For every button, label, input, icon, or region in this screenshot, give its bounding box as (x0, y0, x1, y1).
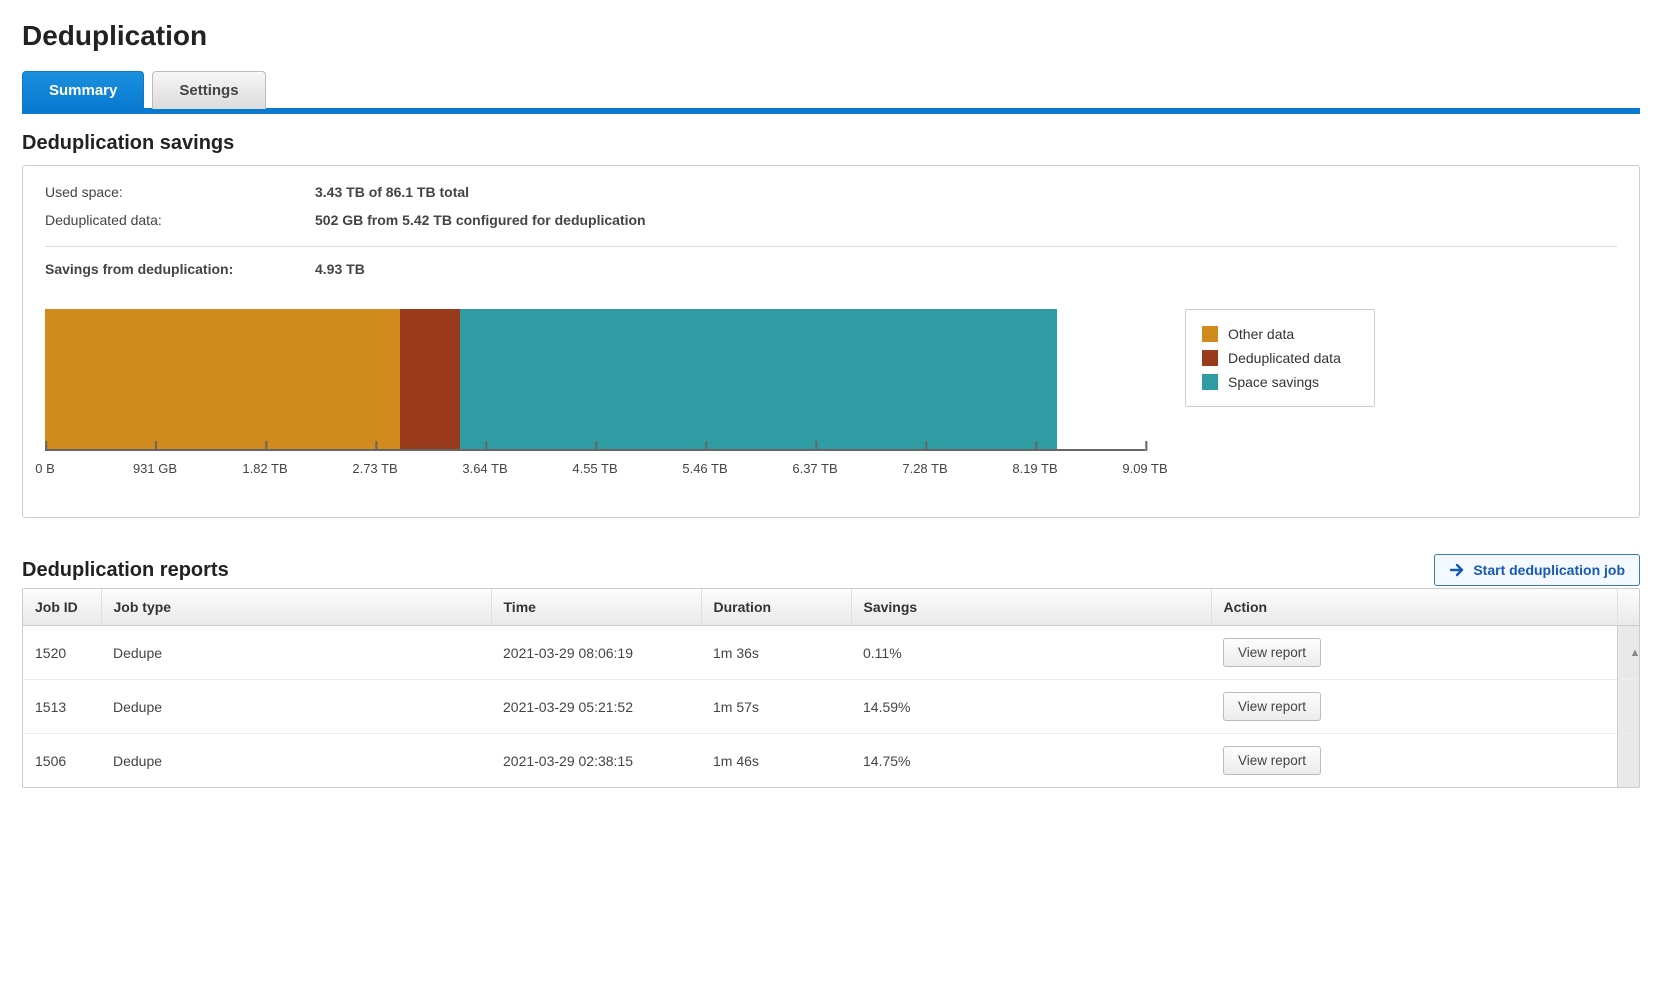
savings-heading: Deduplication savings (22, 132, 1640, 155)
savings-from-dedup-label: Savings from deduplication: (45, 261, 315, 277)
cell-time: 2021-03-29 08:06:19 (491, 626, 701, 680)
legend-label-dedup: Deduplicated data (1228, 350, 1341, 366)
savings-panel: Used space: 3.43 TB of 86.1 TB total Ded… (22, 165, 1640, 518)
savings-chart: 0 B931 GB1.82 TB2.73 TB3.64 TB4.55 TB5.4… (45, 309, 1145, 491)
used-space-value: 3.43 TB of 86.1 TB total (315, 184, 1617, 200)
view-report-button[interactable]: View report (1223, 746, 1321, 775)
legend-swatch-other (1202, 326, 1218, 342)
table-scrollbar-track[interactable] (1617, 734, 1639, 788)
col-job-id[interactable]: Job ID (23, 589, 101, 626)
dedup-data-value: 502 GB from 5.42 TB configured for dedup… (315, 212, 1617, 228)
legend-label-savings: Space savings (1228, 374, 1319, 390)
axis-tick: 4.55 TB (572, 451, 617, 476)
used-space-label: Used space: (45, 184, 315, 200)
savings-chart-axis: 0 B931 GB1.82 TB2.73 TB3.64 TB4.55 TB5.4… (45, 449, 1145, 491)
legend-item-dedup: Deduplicated data (1202, 346, 1358, 370)
reports-table: Job ID Job type Time Duration Savings Ac… (23, 589, 1639, 787)
cell-action: View report (1211, 734, 1617, 788)
axis-tick: 7.28 TB (902, 451, 947, 476)
table-scrollbar-track[interactable]: ▲ (1617, 626, 1639, 680)
cell-action: View report (1211, 626, 1617, 680)
chart-segment-other (45, 309, 400, 449)
col-job-type[interactable]: Job type (101, 589, 491, 626)
cell-job-type: Dedupe (101, 626, 491, 680)
col-savings[interactable]: Savings (851, 589, 1211, 626)
cell-savings: 0.11% (851, 626, 1211, 680)
tab-settings[interactable]: Settings (152, 71, 265, 109)
col-duration[interactable]: Duration (701, 589, 851, 626)
chart-segment-dedup (400, 309, 461, 449)
table-row: 1513Dedupe2021-03-29 05:21:521m 57s14.59… (23, 680, 1639, 734)
chart-segment-savings (460, 309, 1057, 449)
cell-time: 2021-03-29 05:21:52 (491, 680, 701, 734)
start-dedup-job-label: Start deduplication job (1473, 562, 1625, 578)
axis-tick: 8.19 TB (1012, 451, 1057, 476)
cell-job-id: 1520 (23, 626, 101, 680)
axis-tick: 1.82 TB (242, 451, 287, 476)
axis-tick: 3.64 TB (462, 451, 507, 476)
reports-table-wrap: Job ID Job type Time Duration Savings Ac… (22, 588, 1640, 788)
cell-action: View report (1211, 680, 1617, 734)
savings-chart-row: 0 B931 GB1.82 TB2.73 TB3.64 TB4.55 TB5.4… (45, 309, 1617, 491)
cell-job-id: 1506 (23, 734, 101, 788)
view-report-button[interactable]: View report (1223, 638, 1321, 667)
arrow-right-icon (1449, 562, 1465, 578)
legend-swatch-dedup (1202, 350, 1218, 366)
cell-job-type: Dedupe (101, 680, 491, 734)
cell-duration: 1m 36s (701, 626, 851, 680)
col-time[interactable]: Time (491, 589, 701, 626)
table-scrollbar-track[interactable] (1617, 680, 1639, 734)
legend-label-other: Other data (1228, 326, 1294, 342)
legend-swatch-savings (1202, 374, 1218, 390)
legend-item-savings: Space savings (1202, 370, 1358, 394)
savings-legend: Other data Deduplicated data Space savin… (1185, 309, 1375, 407)
start-dedup-job-button[interactable]: Start deduplication job (1434, 554, 1640, 586)
cell-duration: 1m 57s (701, 680, 851, 734)
tab-summary[interactable]: Summary (22, 71, 144, 109)
table-row: 1506Dedupe2021-03-29 02:38:151m 46s14.75… (23, 734, 1639, 788)
cell-job-type: Dedupe (101, 734, 491, 788)
page-title: Deduplication (22, 20, 1640, 52)
savings-from-dedup-value: 4.93 TB (315, 261, 1617, 277)
table-row: 1520Dedupe2021-03-29 08:06:191m 36s0.11%… (23, 626, 1639, 680)
col-action: Action (1211, 589, 1617, 626)
axis-tick: 5.46 TB (682, 451, 727, 476)
tabstrip: Summary Settings (22, 70, 1640, 114)
axis-tick: 931 GB (133, 451, 177, 476)
cell-job-id: 1513 (23, 680, 101, 734)
dedup-data-label: Deduplicated data: (45, 212, 315, 228)
cell-savings: 14.59% (851, 680, 1211, 734)
axis-tick: 6.37 TB (792, 451, 837, 476)
view-report-button[interactable]: View report (1223, 692, 1321, 721)
table-scrollbar-head (1617, 589, 1639, 626)
reports-heading: Deduplication reports (22, 559, 229, 582)
axis-tick: 9.09 TB (1122, 451, 1167, 476)
legend-item-other: Other data (1202, 322, 1358, 346)
savings-divider (45, 246, 1617, 247)
axis-tick: 0 B (35, 451, 55, 476)
cell-savings: 14.75% (851, 734, 1211, 788)
axis-tick: 2.73 TB (352, 451, 397, 476)
cell-time: 2021-03-29 02:38:15 (491, 734, 701, 788)
cell-duration: 1m 46s (701, 734, 851, 788)
